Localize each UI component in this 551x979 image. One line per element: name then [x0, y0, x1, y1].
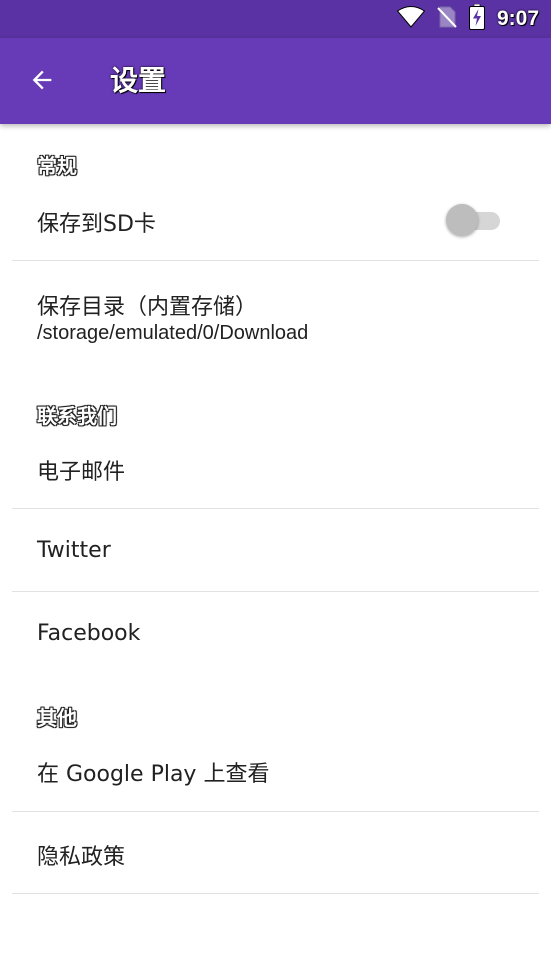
privacy-policy-item[interactable]: 隐私政策: [0, 812, 551, 893]
settings-screen: 9:07 设置 常规 保存到SD卡 保存目录（内置存储） /storage/em…: [0, 0, 551, 979]
twitter-item[interactable]: Twitter: [0, 509, 551, 591]
section-header-general: 常规: [37, 154, 77, 178]
switch-thumb: [446, 204, 478, 236]
facebook-label: Facebook: [37, 621, 141, 646]
save-to-sd-item[interactable]: 保存到SD卡: [0, 192, 551, 260]
status-icons: 9:07: [396, 0, 539, 38]
arrow-left-icon: [28, 66, 56, 99]
save-directory-label: 保存目录（内置存储）: [37, 295, 258, 320]
app-bar: 设置: [0, 38, 551, 124]
save-to-sd-label: 保存到SD卡: [37, 212, 156, 237]
twitter-label: Twitter: [37, 538, 111, 563]
google-play-label: 在 Google Play 上查看: [37, 762, 270, 787]
back-button[interactable]: [18, 58, 66, 106]
email-label: 电子邮件: [37, 460, 126, 485]
save-directory-item[interactable]: 保存目录（内置存储） /storage/emulated/0/Download: [0, 261, 551, 353]
save-to-sd-switch[interactable]: [446, 200, 502, 240]
section-header-other: 其他: [37, 706, 77, 730]
no-sim-icon: [437, 5, 457, 34]
section-header-contact: 联系我们: [37, 404, 117, 428]
facebook-item[interactable]: Facebook: [0, 592, 551, 674]
divider: [12, 893, 539, 894]
wifi-icon: [396, 5, 426, 33]
email-item[interactable]: 电子邮件: [0, 440, 551, 508]
privacy-policy-label: 隐私政策: [37, 845, 126, 870]
status-bar: 9:07: [0, 0, 551, 38]
page-title: 设置: [110, 64, 167, 97]
battery-charging-icon: [468, 3, 485, 35]
status-time: 9:07: [496, 7, 539, 30]
google-play-item[interactable]: 在 Google Play 上查看: [0, 742, 551, 810]
save-directory-path: /storage/emulated/0/Download: [37, 322, 309, 344]
